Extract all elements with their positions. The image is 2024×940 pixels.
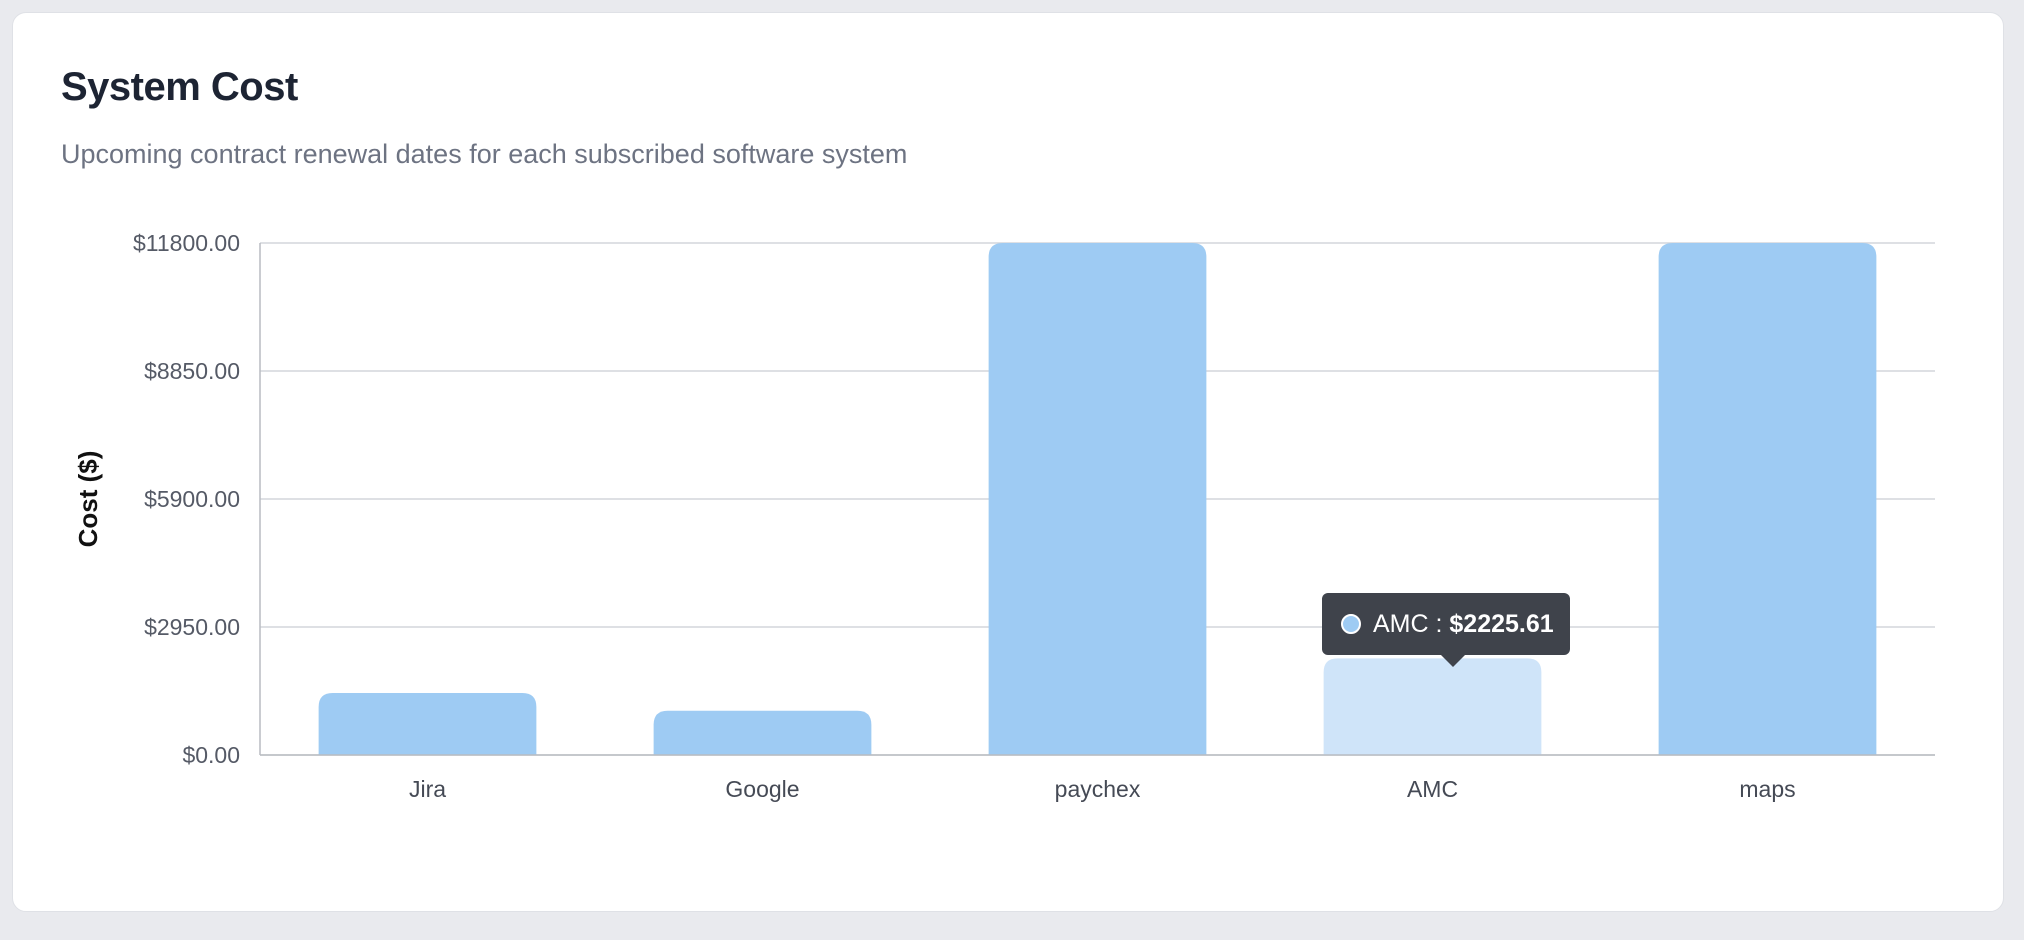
y-tick-label: $2950.00 [144,614,240,640]
y-tick-label: $0.00 [182,742,240,768]
tooltip-series-dot [1341,614,1361,634]
bar-maps [1658,243,1877,755]
y-tick-label: $11800.00 [133,230,240,256]
x-tick-label: Jira [409,776,446,802]
tooltip-series-name: AMC [1373,609,1429,638]
x-tick-label: Google [725,776,799,802]
chart-card: System Cost Upcoming contract renewal da… [12,12,2004,912]
y-tick-label: $8850.00 [144,358,240,384]
bar-jira [318,692,537,755]
bar-tooltip: AMC : $2225.61 [1322,593,1570,667]
x-tick-label: AMC [1407,776,1458,802]
bar-google [653,710,872,755]
bar-chart: $0.00 $2950.00 $5900.00 $8850.00 $11800.00 Ji… [73,230,1935,802]
tooltip-value: $2225.61 [1449,609,1554,638]
y-axis-title: Cost ($) [73,451,103,548]
bar-amc [1323,658,1542,755]
bar-paychex [988,243,1207,755]
tooltip-separator: : [1428,609,1450,638]
x-tick-label: maps [1739,776,1795,802]
y-tick-label: $5900.00 [144,486,240,512]
x-tick-label: paychex [1055,776,1141,802]
